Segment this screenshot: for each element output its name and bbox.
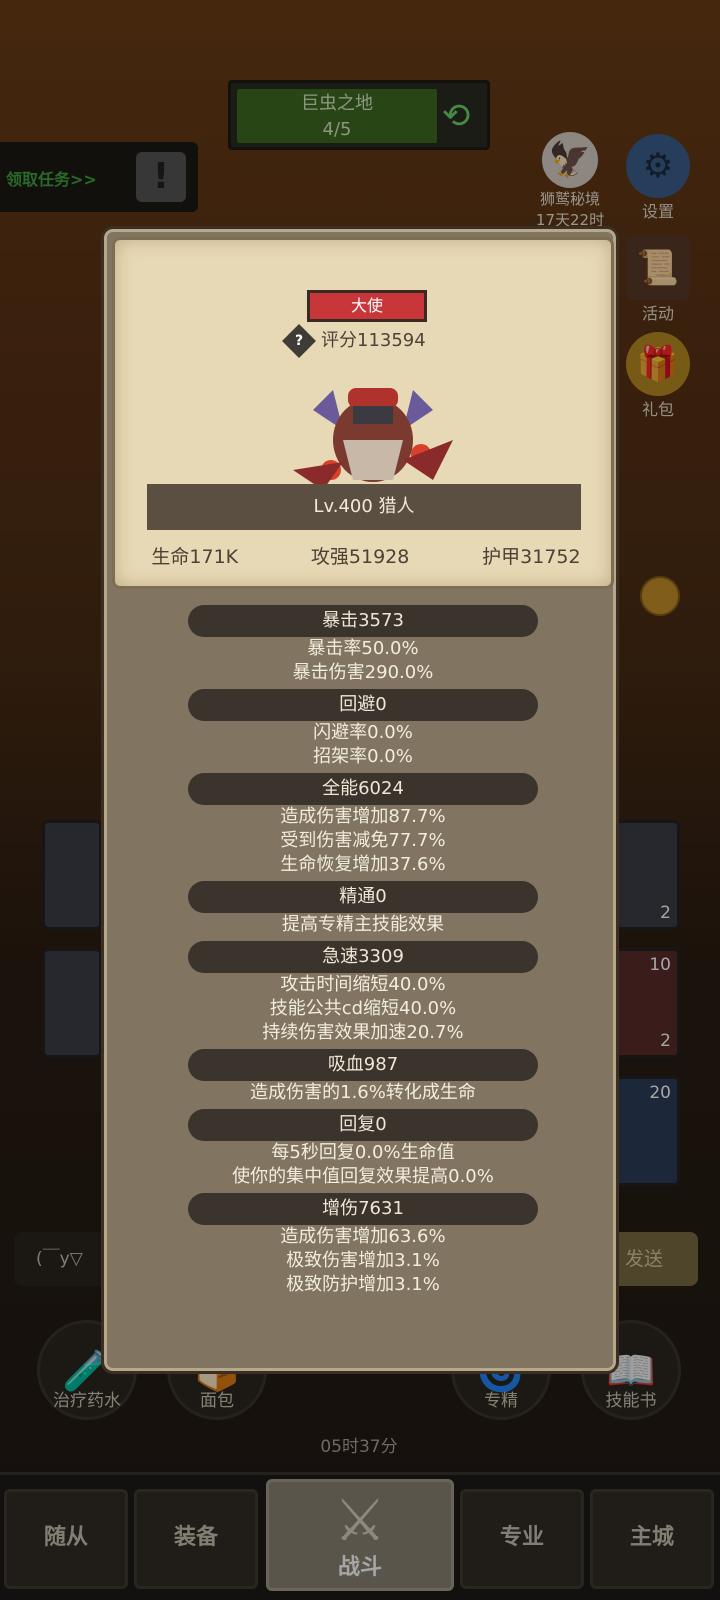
stat-line: 极致防护增加3.1%	[286, 1274, 440, 1295]
stat-line: 使你的集中值回复效果提高0.0%	[232, 1166, 494, 1187]
stat-section: 急速3309 攻击时间缩短40.0% 技能公共cd缩短40.0% 持续伤害效果加…	[104, 941, 622, 1045]
level-name-bar: Lv.400 猎人	[147, 484, 581, 530]
stat-line: 提高专精主技能效果	[282, 914, 444, 935]
stat-line: 造成伤害的1.6%转化成生命	[250, 1082, 476, 1103]
stat-line: 受到伤害减免77.7%	[280, 830, 446, 851]
score-value: 评分113594	[321, 330, 426, 351]
stat-section-header: 全能6024	[188, 773, 538, 805]
primary-stats: 生命171K 攻强51928 护甲31752	[115, 542, 617, 569]
hp-stat: 生命171K	[151, 546, 239, 568]
stat-line: 每5秒回复0.0%生命值	[271, 1142, 455, 1163]
stat-section: 回复0 每5秒回复0.0%生命值 使你的集中值回复效果提高0.0%	[104, 1109, 622, 1189]
stat-section-header: 急速3309	[188, 941, 538, 973]
score-row: ? 评分113594	[282, 324, 426, 358]
secondary-stats: 暴击3573 暴击率50.0% 暴击伤害290.0% 回避0 闪避率0.0% 招…	[104, 601, 622, 1297]
stat-section-header: 暴击3573	[188, 605, 538, 637]
stat-section: 精通0 提高专精主技能效果	[104, 881, 622, 937]
stat-section-header: 回复0	[188, 1109, 538, 1141]
stat-line: 暴击伤害290.0%	[292, 662, 434, 683]
title-badge: 大使	[307, 290, 427, 322]
help-icon[interactable]: ?	[282, 324, 316, 358]
armor-stat: 护甲31752	[482, 546, 581, 568]
stat-section-header: 增伤7631	[188, 1193, 538, 1225]
stat-section-header: 吸血987	[188, 1049, 538, 1081]
stat-line: 技能公共cd缩短40.0%	[269, 998, 457, 1019]
stat-section: 暴击3573 暴击率50.0% 暴击伤害290.0%	[104, 605, 622, 685]
stat-line: 招架率0.0%	[313, 746, 413, 767]
stat-section-header: 回避0	[188, 689, 538, 721]
stat-line: 暴击率50.0%	[307, 638, 419, 659]
character-card: 大使 ? 评分113594 Lv.400 猎人 生命171K 攻强51928 护…	[112, 237, 614, 589]
stat-line: 生命恢复增加37.6%	[280, 854, 446, 875]
stat-line: 造成伤害增加63.6%	[280, 1226, 446, 1247]
stat-line: 攻击时间缩短40.0%	[280, 974, 446, 995]
stat-section: 增伤7631 造成伤害增加63.6% 极致伤害增加3.1% 极致防护增加3.1%	[104, 1193, 622, 1297]
stats-popup: 大使 ? 评分113594 Lv.400 猎人 生命171K 攻强51928 护…	[101, 226, 619, 1374]
stat-line: 闪避率0.0%	[313, 722, 413, 743]
stat-section: 吸血987 造成伤害的1.6%转化成生命	[104, 1049, 622, 1105]
stat-section: 回避0 闪避率0.0% 招架率0.0%	[104, 689, 622, 769]
stat-section-header: 精通0	[188, 881, 538, 913]
stat-line: 持续伤害效果加速20.7%	[262, 1022, 464, 1043]
attack-stat: 攻强51928	[310, 546, 410, 568]
stat-section: 全能6024 造成伤害增加87.7% 受到伤害减免77.7% 生命恢复增加37.…	[104, 773, 622, 877]
stat-line: 极致伤害增加3.1%	[286, 1250, 440, 1271]
stat-line: 造成伤害增加87.7%	[280, 806, 446, 827]
